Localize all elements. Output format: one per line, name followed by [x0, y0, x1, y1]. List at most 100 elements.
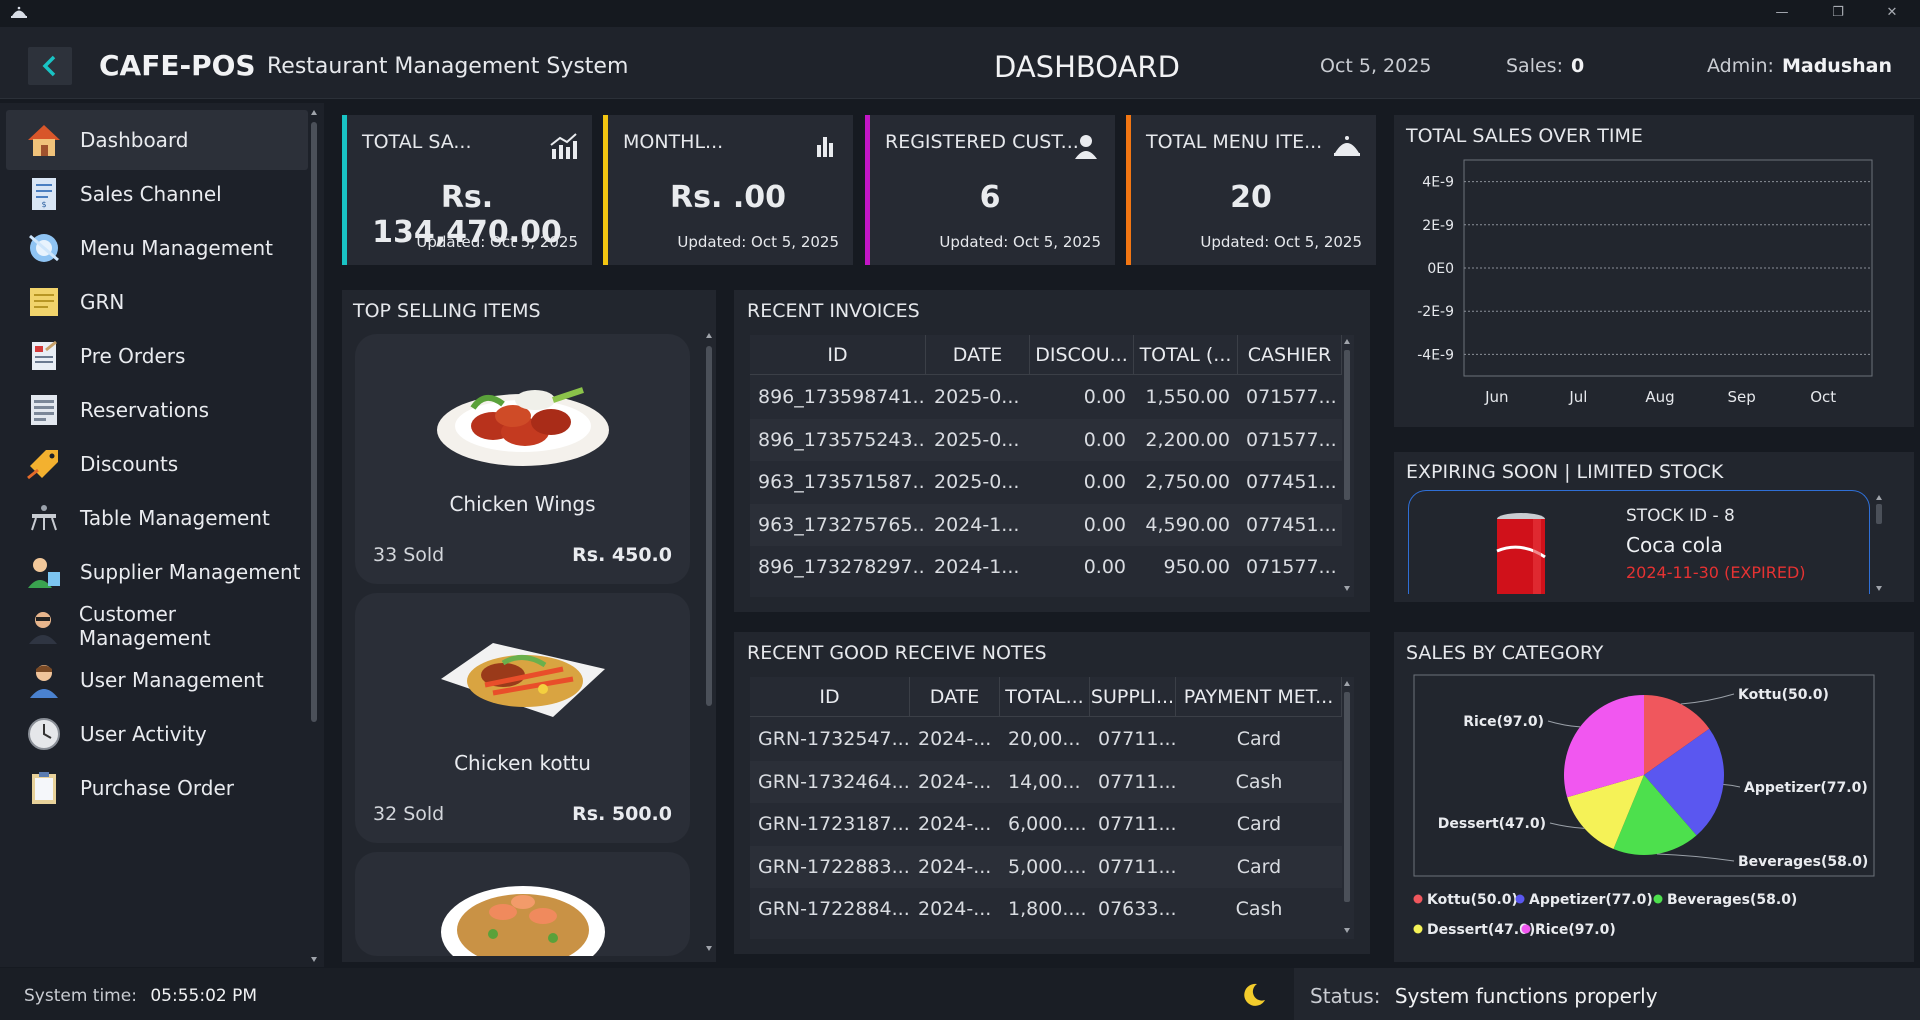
page-title: DASHBOARD: [994, 50, 1180, 84]
home-icon: [22, 118, 66, 162]
table-cell: 07711...: [1098, 728, 1176, 750]
stat-card-1: TOTAL SA... Rs. 134,470.00 Updated: Oct 5,…: [342, 115, 592, 265]
table-cell: 1,800....: [1008, 898, 1087, 920]
sidebar-item-menu-management[interactable]: Menu Management: [6, 218, 308, 278]
pie-slice-label: Beverages(58.0): [1738, 854, 1868, 870]
table-cell: GRN-1722884...: [758, 898, 910, 920]
sidebar-item-label: Table Management: [80, 506, 270, 530]
table-cell: 071577...: [1246, 556, 1337, 578]
stat-card-3: REGISTERED CUST... 6 Updated: Oct 5, 2025: [865, 115, 1115, 265]
back-button[interactable]: [28, 47, 72, 85]
table-cell: Card: [1236, 728, 1282, 750]
pie-label-leader: [1549, 822, 1585, 829]
minimize-button[interactable]: —: [1762, 2, 1802, 24]
window-titlebar: — ❐ ✕: [0, 0, 1920, 27]
sidebar-item-table-management[interactable]: Table Management: [6, 488, 308, 548]
sidebar-item-user-management[interactable]: User Management: [6, 650, 308, 710]
table-row[interactable]: GRN-1722884... 2024-... 1,800.... 07633... C…: [750, 888, 1342, 930]
stock-name: Coca cola: [1626, 533, 1723, 557]
table-row[interactable]: GRN-1723187... 2024-... 6,000.... 07711... C…: [750, 803, 1342, 845]
top-selling-item[interactable]: Chicken kottu 32 Sold Rs. 500.0: [355, 593, 690, 843]
column-header[interactable]: DATE: [926, 335, 1030, 375]
sidebar-item-supplier-management[interactable]: Supplier Management: [6, 542, 308, 602]
stat-card-value: Rs. .00: [670, 180, 786, 215]
stat-card-title: MONTHL...: [623, 131, 724, 153]
sidebar-item-label: User Activity: [80, 722, 207, 746]
food-name: Chicken kottu: [454, 751, 591, 775]
table-row[interactable]: 896_173278297... 2024-1... 0.00 950.00 07157…: [750, 546, 1342, 588]
legend-swatch: [1413, 924, 1423, 934]
table-cell: 2025-0...: [934, 471, 1020, 493]
column-header[interactable]: DATE: [910, 677, 1000, 717]
sidebar-item-reservations[interactable]: Reservations: [6, 380, 308, 440]
restore-button[interactable]: ❐: [1818, 2, 1858, 24]
header-date: Oct 5, 2025: [1320, 55, 1432, 77]
expiring-scrollbar[interactable]: [1874, 492, 1884, 594]
sidebar-item-customer-management[interactable]: Customer Management: [6, 596, 308, 656]
sidebar-item-purchase-order[interactable]: Purchase Order: [6, 758, 308, 818]
table-cell: 20,00...: [1008, 728, 1081, 750]
column-header[interactable]: TOTAL...: [1000, 677, 1090, 717]
invoices-header: ID DATE DISCOU... TOTAL (... CASHIER: [750, 335, 1342, 375]
sidebar-item-pre-orders[interactable]: Pre Orders: [6, 326, 308, 386]
food-sold-count: 33 Sold: [373, 544, 445, 566]
sidebar-item-discounts[interactable]: Discounts: [6, 434, 308, 494]
table-cell: 6,000....: [1008, 813, 1087, 835]
dark-mode-toggle-icon[interactable]: [1238, 980, 1268, 1010]
table-cell: 0.00: [1083, 386, 1126, 408]
column-header[interactable]: DISCOU...: [1030, 335, 1134, 375]
x-tick-label: Sep: [1727, 388, 1755, 406]
sidebar-item-label: Purchase Order: [80, 776, 235, 800]
column-header[interactable]: ID: [750, 677, 910, 717]
expiring-item-card[interactable]: STOCK ID - 8 Coca cola 2024-11-30 (EXPIR…: [1408, 490, 1870, 594]
column-header[interactable]: ID: [750, 335, 926, 375]
sidebar-item-dashboard[interactable]: Dashboard: [6, 110, 308, 170]
column-header[interactable]: TOTAL (...: [1134, 335, 1238, 375]
sales-value: 0: [1570, 55, 1585, 77]
top-selling-item[interactable]: Chicken Wings 33 Sold Rs. 450.0: [355, 334, 690, 584]
customer-icon: [22, 604, 65, 648]
table-cell: 2024-...: [918, 898, 992, 920]
table-row[interactable]: 963_173275765... 2024-1... 0.00 4,590.00 077…: [750, 503, 1342, 546]
sidebar-item-user-activity[interactable]: User Activity: [6, 704, 308, 764]
column-header[interactable]: CASHIER: [1238, 335, 1342, 375]
sidebar-item-label: Discounts: [80, 452, 179, 476]
table-cell: 0.00: [1083, 428, 1126, 451]
stock-id: STOCK ID - 8: [1626, 506, 1735, 526]
table-row[interactable]: 896_173598741... 2025-0... 0.00 1,550.00 071…: [750, 376, 1342, 418]
table-row[interactable]: GRN-1732464... 2024-... 14,00... 07711... Ca…: [750, 760, 1342, 803]
line-chart-icon: [548, 131, 578, 161]
top-selling-item[interactable]: [355, 852, 690, 956]
sidebar-item-sales-channel[interactable]: $ Sales Channel: [6, 164, 308, 224]
close-button[interactable]: ✕: [1872, 2, 1912, 24]
x-tick-label: Jun: [1484, 388, 1508, 406]
legend-swatch: [1653, 894, 1663, 904]
sidebar-item-grn[interactable]: GRN: [6, 272, 308, 332]
legend-swatch: [1521, 924, 1531, 934]
grn-scrollbar[interactable]: [1342, 678, 1352, 936]
column-header[interactable]: SUPPLI...: [1090, 677, 1176, 717]
table-row[interactable]: GRN-1732547... 2024-... 20,00... 07711... Ca…: [750, 718, 1342, 760]
table-row[interactable]: 963_173571587... 2025-0... 0.00 2,750.00 077…: [750, 461, 1342, 503]
table-row[interactable]: GRN-1722883... 2024-... 5,000.... 07711... C…: [750, 845, 1342, 888]
legend-label: Appetizer(77.0): [1529, 892, 1653, 908]
note-icon: [22, 280, 66, 324]
sidebar-scroll-thumb[interactable]: [311, 122, 317, 722]
supplier-icon: [22, 550, 66, 594]
coca-cola-can-image: [1496, 513, 1546, 594]
menu-book-icon: [22, 226, 66, 270]
stat-card-updated: Updated: Oct 5, 2025: [416, 233, 578, 251]
calendar-icon: [22, 388, 66, 432]
invoices-scrollbar[interactable]: [1342, 336, 1352, 594]
table-cell: 0.00: [1083, 471, 1126, 493]
top-selling-scrollbar[interactable]: [704, 330, 714, 954]
food-image: [433, 360, 613, 470]
admin-label: Admin:: [1707, 55, 1774, 77]
table-row[interactable]: 896_173575243... 2025-0... 0.00 2,200.00 071…: [750, 418, 1342, 461]
table-cell: GRN-1722883...: [758, 855, 910, 878]
sidebar-item-label: Dashboard: [80, 128, 189, 152]
legend-swatch: [1413, 894, 1423, 904]
column-header[interactable]: PAYMENT MET...: [1176, 677, 1342, 717]
table-cell: 2024-...: [918, 813, 992, 835]
legend-label: Kottu(50.0): [1427, 892, 1518, 908]
